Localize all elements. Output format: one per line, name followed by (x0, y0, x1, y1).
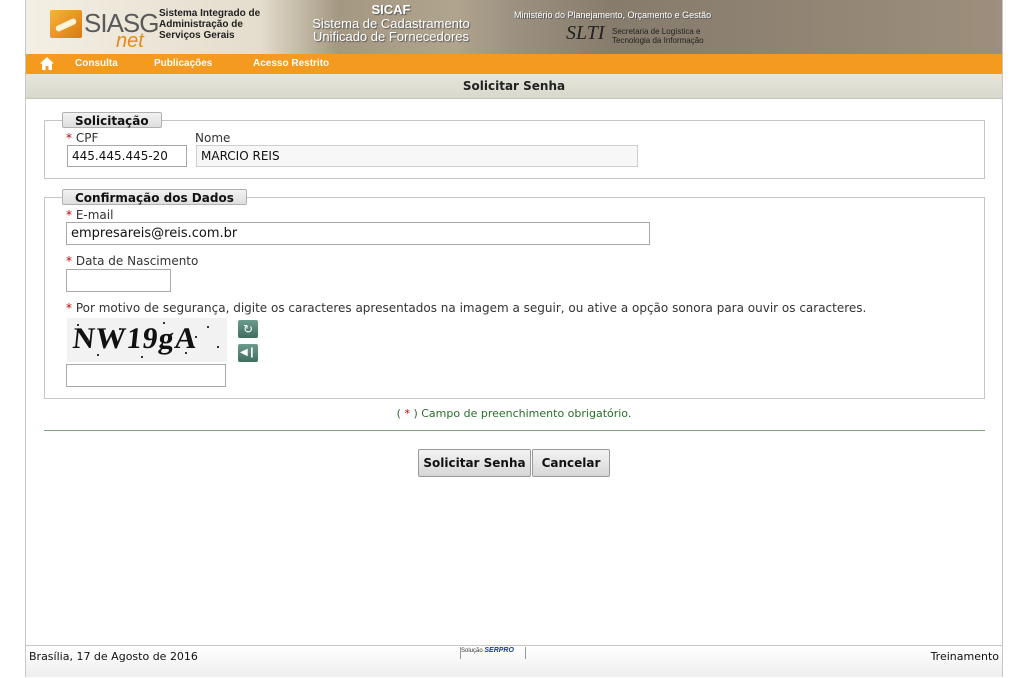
captcha-noise (185, 352, 187, 354)
nascimento-label-text: Data de Nascimento (75, 254, 199, 268)
nome-label: Nome (195, 131, 231, 145)
system-name-line: Serviços Gerais (159, 30, 235, 41)
birthdate-field[interactable] (66, 269, 171, 292)
top-nav: Consulta Publicações Acesso Restrito (26, 54, 1002, 74)
siasg-logo[interactable]: SIASG net (48, 6, 159, 52)
page-title: Solicitar Senha (462, 79, 566, 93)
sicaf-line-2: Unificado de Fornecedores (312, 29, 470, 44)
serpro-text: SERPRO (484, 647, 514, 654)
cpf-label-text: CPF (75, 131, 99, 145)
captcha-instruction-text: Por motivo de segurança, digite os carac… (75, 301, 867, 315)
sicaf-title: SICAF Sistema de Cadastramento Unificado… (296, 2, 486, 43)
captcha-noise (163, 322, 165, 324)
solicitar-senha-button[interactable]: Solicitar Senha (418, 449, 531, 477)
system-name-line: Sistema Integrado de (159, 8, 261, 19)
solucao-text: Solução (461, 648, 483, 654)
audio-icon[interactable]: ◀❙ (238, 344, 258, 362)
required-marker: * (404, 407, 410, 420)
captcha-input[interactable] (66, 364, 226, 387)
footer-date: Brasília, 17 de Agosto de 2016 (29, 650, 198, 663)
captcha-noise (207, 326, 209, 328)
required-marker: * (66, 131, 72, 145)
required-note: ( * ) Campo de preenchimento obrigatório… (26, 407, 1002, 420)
confirmacao-legend: Confirmação dos Dados (62, 189, 247, 205)
nav-item-acesso-restrito[interactable]: Acesso Restrito (253, 58, 329, 69)
home-icon[interactable] (40, 57, 54, 70)
captcha-instruction: * Por motivo de segurança, digite os car… (66, 301, 866, 315)
cpf-field[interactable] (67, 145, 187, 167)
serpro-logo: Solução SERPRO (460, 647, 526, 659)
slti-subtitle: Secretaria de Logística e Tecnologia da … (612, 27, 704, 45)
system-name-line: Administração de (159, 19, 243, 30)
email-label: * E-mail (66, 208, 113, 222)
captcha-noise (195, 336, 197, 338)
email-label-text: E-mail (75, 208, 114, 222)
page-title-bar: Solicitar Senha (26, 74, 1002, 99)
slti-sub-line: Secretaria de Logística e (612, 27, 701, 36)
captcha-text: NW19gA (71, 322, 200, 355)
logo-sub-text: net (116, 30, 144, 52)
ministerio-text: Ministério do Planejamento, Orçamento e … (514, 10, 712, 20)
required-marker: * (66, 254, 72, 268)
divider (44, 430, 985, 431)
header-banner: SIASG net Sistema Integrado de Administr… (26, 0, 1002, 54)
captcha-noise (141, 356, 143, 358)
slti-sub-line: Tecnologia da Informação (612, 36, 704, 45)
refresh-icon[interactable]: ↻ (238, 320, 258, 338)
cancel-button[interactable]: Cancelar (532, 449, 610, 477)
captcha-noise (77, 324, 79, 326)
solicitacao-legend: Solicitação (62, 112, 162, 128)
system-name: Sistema Integrado de Administração de Se… (159, 8, 269, 41)
captcha-noise (87, 340, 89, 342)
email-field[interactable] (66, 222, 650, 245)
required-marker: * (66, 208, 72, 222)
slti-logo: SLTI (566, 22, 605, 44)
sicaf-label: SICAF (371, 2, 411, 17)
siasg-logo-mark (50, 10, 82, 38)
page-container: SIASG net Sistema Integrado de Administr… (25, 0, 1003, 677)
required-note-text: ) Campo de preenchimento obrigatório. (413, 407, 632, 420)
captcha-noise (119, 328, 121, 330)
nome-field[interactable] (196, 145, 638, 167)
captcha-image: NW19gA (67, 318, 227, 362)
cpf-label: * CPF (66, 131, 98, 145)
footer: Brasília, 17 de Agosto de 2016 Solução S… (26, 645, 1002, 677)
captcha-noise (217, 346, 219, 348)
nav-item-consulta[interactable]: Consulta (75, 58, 118, 69)
nascimento-label: * Data de Nascimento (66, 254, 198, 268)
environment-label: Treinamento (930, 650, 999, 663)
nav-item-publicacoes[interactable]: Publicações (154, 58, 212, 69)
required-note-open: ( (396, 407, 401, 420)
required-marker: * (66, 301, 72, 315)
captcha-noise (97, 354, 99, 356)
